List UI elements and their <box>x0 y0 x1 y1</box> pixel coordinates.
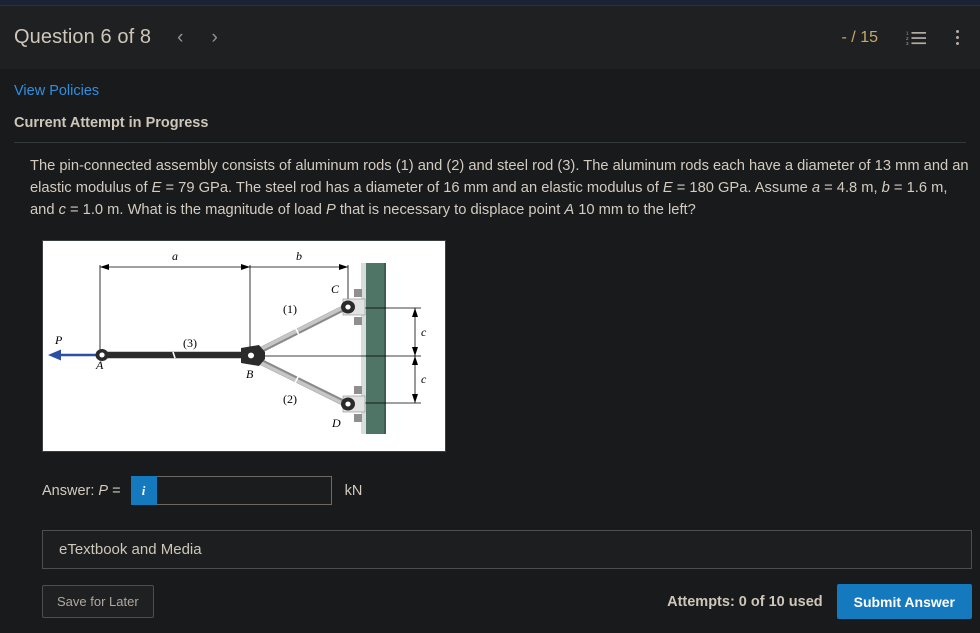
question-line-3c: that is necessary to displace point <box>335 202 565 218</box>
question-header: Question 6 of 8 ‹ › - / 15 1 2 3 <box>0 6 980 69</box>
svg-text:(2): (2) <box>283 392 297 406</box>
previous-question-icon[interactable]: ‹ <box>177 28 183 47</box>
next-question-icon[interactable]: › <box>211 28 217 47</box>
var-a: a <box>811 180 821 196</box>
question-line-2b: = 79 GPa. The steel rod has a diameter o… <box>161 180 663 196</box>
svg-text:c: c <box>421 372 427 386</box>
answer-label: Answer: P = <box>42 483 121 499</box>
svg-text:P: P <box>54 333 63 347</box>
answer-var-P: P <box>98 482 109 499</box>
attempts-counter: Attempts: 0 of 10 used <box>667 593 823 610</box>
svg-text:B: B <box>246 367 254 381</box>
question-line-1: The pin-connected assembly consists of a… <box>30 158 920 174</box>
svg-text:3: 3 <box>906 41 909 46</box>
var-c: c <box>58 202 66 218</box>
save-for-later-button[interactable]: Save for Later <box>42 585 154 618</box>
svg-text:c: c <box>421 325 427 339</box>
question-navigation: ‹ › <box>177 28 218 47</box>
var-E-1: E <box>151 180 162 196</box>
svg-text:(1): (1) <box>283 302 297 316</box>
answer-row: Answer: P = i kN <box>42 476 966 505</box>
question-line-2d: = 4.8 m, <box>820 180 882 196</box>
pin-connected-assembly-diagram: a b c c P (3) A (1) (2) B C D <box>42 240 446 452</box>
question-line-3b: = 1.0 m. What is the magnitude of load <box>65 202 326 218</box>
svg-text:(3): (3) <box>183 336 197 350</box>
info-icon[interactable]: i <box>130 476 157 505</box>
question-line-2c: = 180 GPa. Assume <box>672 180 812 196</box>
question-line-3d: 10 mm to the left? <box>574 202 696 218</box>
etextbook-and-media-button[interactable]: eTextbook and Media <box>42 530 972 569</box>
submit-answer-button[interactable]: Submit Answer <box>836 584 972 619</box>
page-title: Question 6 of 8 <box>14 26 152 48</box>
question-text: The pin-connected assembly consists of a… <box>30 155 974 221</box>
var-b: b <box>881 180 890 196</box>
svg-text:D: D <box>331 416 341 430</box>
svg-text:C: C <box>331 282 340 296</box>
question-content: View Policies Current Attempt in Progres… <box>0 69 980 619</box>
numbered-list-icon[interactable]: 1 2 3 <box>906 30 926 46</box>
section-divider <box>14 142 966 143</box>
answer-label-suffix: = <box>108 482 121 499</box>
svg-text:b: b <box>296 249 302 263</box>
var-P: P <box>325 202 336 218</box>
answer-input[interactable] <box>156 476 332 505</box>
question-footer: Save for Later Attempts: 0 of 10 used Su… <box>42 584 972 619</box>
kebab-menu-icon[interactable] <box>956 30 960 45</box>
view-policies-link[interactable]: View Policies <box>14 69 99 99</box>
answer-unit-label: kN <box>344 482 363 499</box>
answer-label-prefix: Answer: <box>42 482 99 499</box>
var-A: A <box>564 202 575 218</box>
svg-text:a: a <box>172 249 178 263</box>
attempt-status-label: Current Attempt in Progress <box>14 115 209 131</box>
svg-text:A: A <box>95 358 104 372</box>
score-display: - / 15 <box>841 28 878 46</box>
var-E-2: E <box>662 180 673 196</box>
